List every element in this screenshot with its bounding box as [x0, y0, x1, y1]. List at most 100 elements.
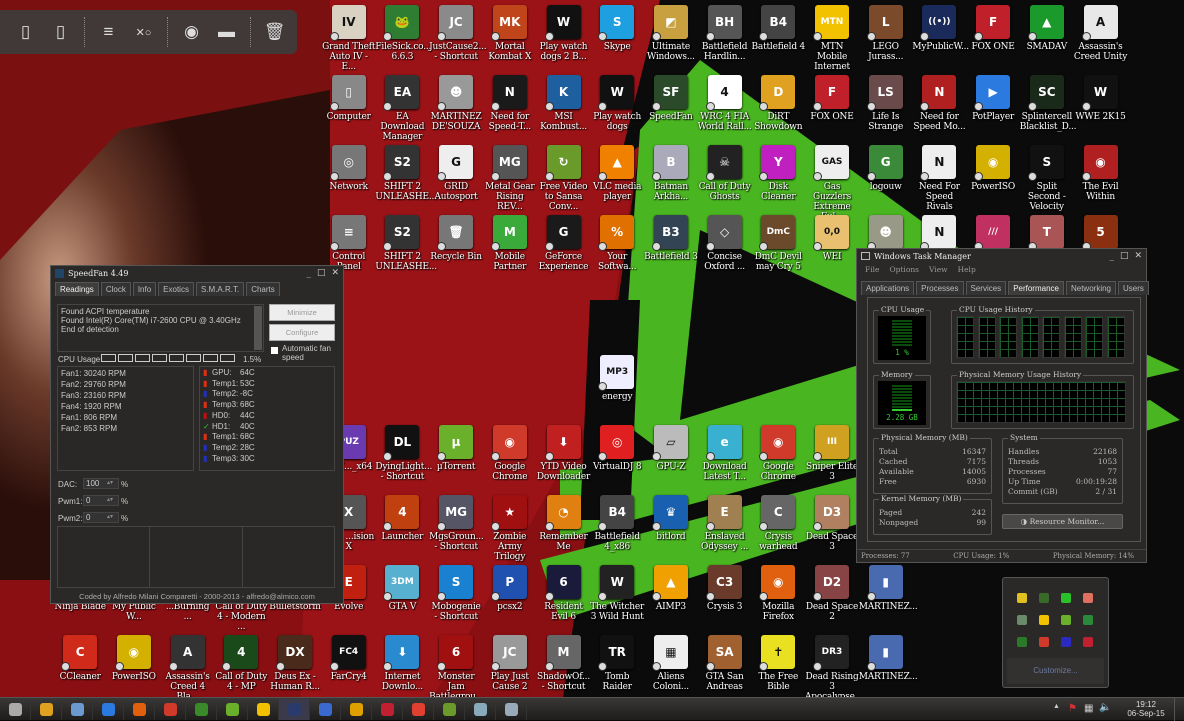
minimize-icon[interactable]: _ [1109, 251, 1114, 261]
configure-button[interactable]: Configure [269, 324, 335, 341]
desktop-icon[interactable]: DR3Dead Rising 3 Apocalypse... [805, 635, 863, 702]
taskbar-app-button[interactable] [31, 698, 62, 720]
desktop-icon[interactable]: B4 Battlefield 4_x86 [590, 495, 644, 552]
desktop-icon[interactable]: W The Witcher 3 Wild Hunt [590, 565, 644, 622]
trash-icon[interactable]: 🗑 [257, 17, 292, 47]
tab-info[interactable]: Info [132, 282, 157, 296]
desktop-icon[interactable]: 5 [1074, 215, 1128, 251]
desktop-icon[interactable]: ⬇ Internet Downlo... [375, 635, 429, 692]
desktop-icon[interactable]: MK Mortal Kombat X [483, 5, 537, 62]
desktop-icon[interactable]: ▶ PotPlayer [966, 75, 1020, 122]
desktop-icon[interactable]: W WWE 2K15 [1074, 75, 1128, 122]
taskbar-app-button[interactable] [186, 698, 217, 720]
desktop-icon[interactable]: D DiRT Showdown [751, 75, 805, 132]
desktop-icon[interactable]: C Crysis warhead [751, 495, 805, 552]
desktop-icon[interactable]: FC4 FarCry4 [322, 635, 376, 682]
desktop-icon[interactable]: Y Disk Cleaner [751, 145, 805, 202]
maximize-icon[interactable]: □ [317, 268, 326, 278]
taskbar-app-button[interactable] [403, 698, 434, 720]
pwm1-spinner[interactable]: 0 [83, 495, 119, 506]
desktop-icon[interactable]: S2 SHIFT 2 UNLEASHE... [375, 215, 437, 272]
desktop-icon[interactable]: F FOX ONE [966, 5, 1020, 52]
spinner-arrows-icon[interactable]: ▴▾ [107, 513, 113, 520]
desktop-icon[interactable]: E Enslaved Odyssey ... [698, 495, 752, 552]
desktop-icon[interactable]: ▱ GPU-Z [644, 425, 698, 472]
desktop-icon[interactable]: S Split Second - Velocity [1020, 145, 1074, 212]
volume-icon[interactable]: 🔈 [1099, 702, 1111, 713]
minimize-icon[interactable]: _ [306, 268, 311, 278]
desktop-icon[interactable]: M Mobile Partner [483, 215, 537, 272]
tab-performance[interactable]: Performance [1008, 281, 1064, 295]
tray-app-icon[interactable] [1061, 593, 1071, 603]
resource-monitor-button[interactable]: ◑ Resource Monitor... [1002, 514, 1123, 529]
taskbar-app-button[interactable] [465, 698, 496, 720]
tray-app-icon[interactable] [1061, 615, 1071, 625]
show-hidden-icons-button[interactable]: ▲ [1053, 703, 1060, 710]
desktop-icon[interactable]: 4 Call of Duty 4 - MP [214, 635, 268, 692]
computer-icon[interactable]: ▯ [8, 17, 43, 47]
desktop-icon[interactable]: DX Deus Ex - Human R... [268, 635, 322, 692]
menu-file[interactable]: File [865, 265, 879, 274]
taskbar-app-button[interactable] [62, 698, 93, 720]
desktop-icon[interactable]: ◉ The Evil Within [1074, 145, 1128, 202]
desktop-icon[interactable]: III Sniper Elite 3 [805, 425, 859, 482]
desktop-icon[interactable]: F FOX ONE [805, 75, 859, 122]
control-panel-icon[interactable]: ≡ [91, 17, 126, 47]
desktop-icon[interactable]: B3 Battlefield 3 [644, 215, 698, 262]
desktop-icon[interactable]: ☻ MARTINEZ DE'SOUZA [429, 75, 483, 132]
tray-app-icon[interactable] [1083, 615, 1093, 625]
desktop-icon[interactable]: MP3 energy [590, 355, 644, 402]
close-icon[interactable]: ✕ [331, 268, 339, 278]
tab-applications[interactable]: Applications [861, 281, 915, 295]
maximize-icon[interactable]: □ [1120, 251, 1129, 261]
desktop-icon[interactable]: BH Battlefield Hardlin... [698, 5, 752, 62]
tray-app-icon[interactable] [1061, 637, 1071, 647]
tab-services[interactable]: Services [965, 281, 1007, 295]
desktop-icon[interactable]: 6 Resident Evil 6 [537, 565, 591, 622]
desktop-icon[interactable]: N [912, 215, 966, 251]
taskbar-app-button[interactable] [279, 698, 310, 720]
desktop-icon[interactable]: IV Grand Theft Auto IV - E... [322, 5, 376, 72]
desktop-icon[interactable]: MTN MTN Mobile Internet [805, 5, 859, 72]
desktop-icon[interactable]: W Play watch dogs [590, 75, 644, 132]
customize-link[interactable]: Customize... [1007, 658, 1104, 684]
desktop-icon[interactable]: T [1020, 215, 1074, 251]
desktop-icon[interactable]: ▲ SMADAV [1020, 5, 1074, 52]
desktop-icon[interactable]: S Skype [590, 5, 644, 52]
desktop-icon[interactable]: 🐸 FileSick.co... 6.6.3 [375, 5, 431, 62]
tray-app-icon[interactable] [1017, 593, 1027, 603]
desktop-icon[interactable]: 4 Launcher [375, 495, 429, 542]
desktop-icon[interactable]: SF SpeedFan [644, 75, 698, 122]
desktop-icon[interactable]: G GeForce Experience [537, 215, 591, 272]
desktop-icon[interactable]: Glogouw [859, 145, 913, 192]
desktop-icon[interactable]: EA EA Download Manager [375, 75, 429, 142]
tab-users[interactable]: Users [1118, 281, 1149, 295]
desktop-icon[interactable]: B Batman Arkha... [644, 145, 698, 202]
desktop-icon[interactable]: B4 Battlefield 4 [751, 5, 805, 52]
desktop-icon[interactable]: ≡ Control Panel [322, 215, 376, 272]
desktop-icon[interactable]: ◇ Concise Oxford ... [698, 215, 752, 272]
pwm2-spinner[interactable]: 0 [83, 512, 119, 523]
dac-spinner[interactable]: 100 [83, 478, 119, 489]
taskbar-app-button[interactable] [217, 698, 248, 720]
desktop-icon[interactable]: ◔ Remember Me [537, 495, 591, 552]
taskbar-app-button[interactable] [310, 698, 341, 720]
taskbar-app-button[interactable] [341, 698, 372, 720]
desktop-icon[interactable]: ▮ MARTINEZ... [859, 565, 918, 612]
desktop-icon[interactable]: S2 SHIFT 2 UNLEASHE... [375, 145, 437, 202]
desktop-icon[interactable]: 0,0 WEI [805, 215, 859, 262]
tray-app-icon[interactable] [1017, 637, 1027, 647]
desktop-icon[interactable]: ◉ Google Chrome [483, 425, 537, 482]
computer-icon[interactable]: ▯ [43, 17, 78, 47]
desktop-icon[interactable]: C CCleaner [53, 635, 107, 682]
desktop-icon[interactable]: 3DM GTA V [375, 565, 429, 612]
desktop-icon[interactable]: ▯ Computer [322, 75, 376, 122]
desktop-icon[interactable]: M ShadowOf... - Shortcut [537, 635, 591, 692]
desktop-icon[interactable]: JC JustCause2... - Shortcut [429, 5, 487, 62]
desktop-icon[interactable]: JC Play Just Cause 2 [483, 635, 537, 692]
desktop-icon[interactable]: AAssassin's Creed 4 Bla... [161, 635, 215, 702]
desktop-icon[interactable]: ☻ [859, 215, 913, 251]
games-icon[interactable]: ✕○ [126, 17, 161, 47]
desktop-icon[interactable]: ✝ The Free Bible [751, 635, 805, 692]
desktop-icon[interactable]: S Mobogenie - Shortcut [429, 565, 483, 622]
